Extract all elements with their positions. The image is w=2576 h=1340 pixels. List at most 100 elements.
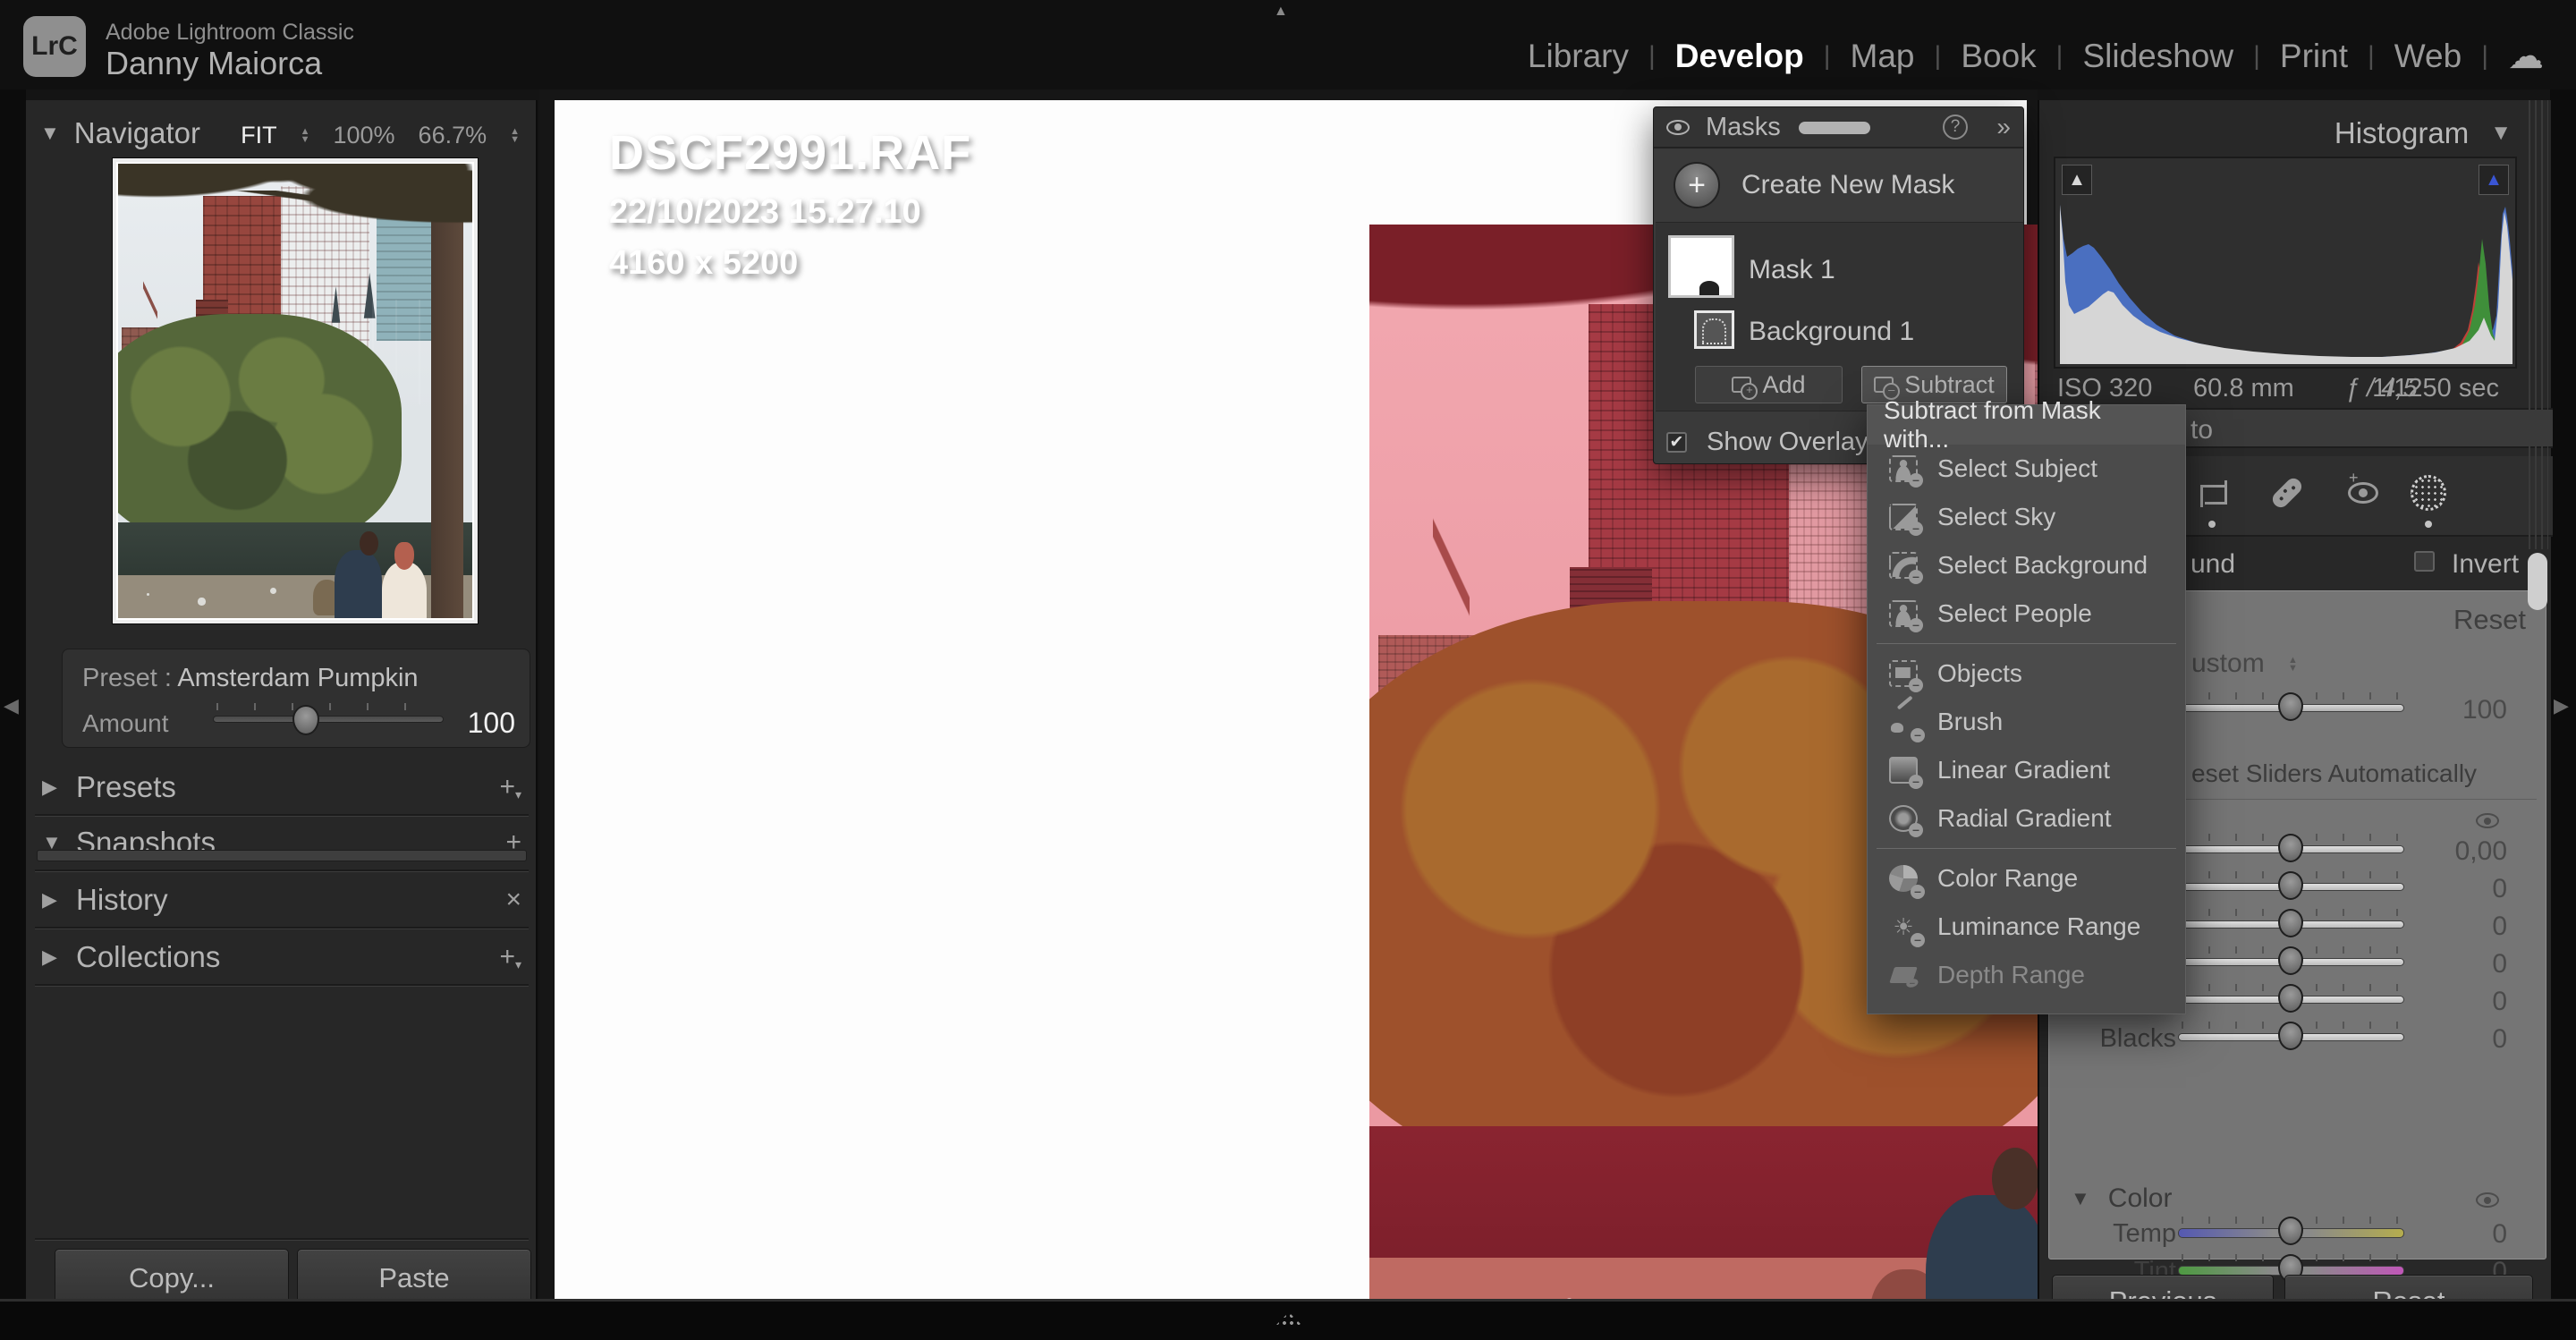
- crop-tool-icon[interactable]: [2197, 478, 2227, 508]
- slider-thumb[interactable]: [2278, 1022, 2303, 1050]
- module-book[interactable]: Book: [1961, 38, 2036, 75]
- slider-thumb[interactable]: [2278, 909, 2303, 937]
- menu-item-select-background[interactable]: Select Background: [1868, 541, 2185, 589]
- module-picker: Library| Develop| Map| Book| Slideshow| …: [1528, 36, 2544, 77]
- preset-preview-box: Preset : Amsterdam Pumpkin Amount 100: [62, 649, 530, 748]
- menu-item-objects[interactable]: Objects: [1868, 649, 2185, 698]
- identity-name: Danny Maiorca: [106, 45, 322, 82]
- light-section-eye-icon[interactable]: [2476, 813, 2499, 828]
- add-collection-button[interactable]: +▾: [499, 942, 521, 972]
- section-history[interactable]: ▶ History ×: [26, 875, 538, 925]
- color-collapse-icon[interactable]: ▼: [2071, 1187, 2090, 1210]
- background1-label[interactable]: Background 1: [1749, 317, 1914, 347]
- expand-icon[interactable]: ▶: [42, 776, 76, 799]
- menu-item-linear-gradient[interactable]: Linear Gradient: [1868, 746, 2185, 794]
- module-develop[interactable]: Develop: [1675, 38, 1804, 75]
- menu-item-luminance-range[interactable]: ☀ Luminance Range: [1868, 903, 2185, 951]
- collapse-top-panel-arrow[interactable]: ▲: [1274, 4, 1288, 20]
- masking-tool-icon[interactable]: [2411, 478, 2446, 511]
- menu-item-depth-range: Depth Range: [1868, 951, 2185, 999]
- menu-item-radial-gradient[interactable]: Radial Gradient: [1868, 794, 2185, 843]
- masks-eye-icon[interactable]: [1666, 120, 1690, 135]
- mask1-thumbnail[interactable]: [1668, 235, 1734, 298]
- mask-amount-thumb[interactable]: [2278, 692, 2303, 721]
- healing-tool-icon[interactable]: [2270, 478, 2304, 501]
- histogram-collapse-icon[interactable]: ▼: [2490, 121, 2512, 146]
- effect-fragment: ustom: [2191, 649, 2265, 678]
- navigator-preview[interactable]: [112, 157, 479, 624]
- background1-thumbnail[interactable]: [1694, 310, 1734, 349]
- module-slideshow[interactable]: Slideshow: [2082, 38, 2233, 75]
- right-panel-scrollbar[interactable]: [2528, 553, 2547, 610]
- histogram-graph: [2060, 199, 2512, 364]
- slider-thumb[interactable]: [2278, 871, 2303, 900]
- lightroom-logo: LrC: [23, 16, 86, 77]
- zoom-custom[interactable]: 66.7%: [419, 122, 487, 149]
- select-subject-icon: [1889, 455, 1918, 482]
- create-mask-plus-icon[interactable]: +: [1674, 162, 1720, 208]
- depth-range-icon: [1889, 967, 1917, 983]
- invert-checkbox[interactable]: [2414, 551, 2435, 572]
- shadow-clipping-indicator[interactable]: ▲: [2062, 165, 2092, 195]
- zoom-100[interactable]: 100%: [333, 122, 394, 149]
- linear-gradient-icon: [1889, 757, 1918, 784]
- effect-row[interactable]: ustom ▲▼: [2191, 649, 2298, 679]
- mask-name-fragment: und: [2190, 549, 2235, 580]
- slider-thumb[interactable]: [2278, 946, 2303, 975]
- masks-panel-header[interactable]: Masks ? »: [1654, 107, 2023, 148]
- menu-title: Subtract from Mask with...: [1868, 405, 2185, 445]
- navigator-header[interactable]: ▼ Navigator: [40, 116, 200, 150]
- person-man: [335, 550, 382, 618]
- zoom-custom-stepper[interactable]: ▲▼: [510, 128, 520, 144]
- masks-dock-icon[interactable]: »: [1996, 113, 2011, 141]
- expand-icon[interactable]: ▶: [42, 888, 76, 912]
- crop-tool-active-dot: [2208, 521, 2216, 528]
- red-eye-tool-icon[interactable]: [2348, 478, 2378, 504]
- menu-item-color-range[interactable]: Color Range: [1868, 854, 2185, 903]
- section-presets[interactable]: ▶ Presets +▾: [26, 762, 538, 812]
- crane: [1433, 476, 1470, 658]
- auto-reset-fragment[interactable]: eset Sliders Automatically: [2191, 759, 2477, 788]
- zoom-fit[interactable]: FIT: [241, 122, 277, 149]
- create-new-mask-row[interactable]: + Create New Mask: [1654, 150, 2023, 220]
- mask1-label[interactable]: Mask 1: [1749, 255, 1835, 285]
- show-filmstrip-arrow[interactable]: [1274, 1312, 1304, 1327]
- module-library[interactable]: Library: [1528, 38, 1629, 75]
- menu-item-select-sky[interactable]: Select Sky: [1868, 493, 2185, 541]
- module-web[interactable]: Web: [2394, 38, 2462, 75]
- add-button[interactable]: Add: [1695, 366, 1843, 403]
- amount-slider-track[interactable]: [213, 716, 444, 723]
- highlight-clipping-indicator[interactable]: ▲: [2479, 165, 2509, 195]
- masks-drag-handle[interactable]: [1799, 122, 1870, 134]
- birds: [147, 593, 149, 596]
- cloud-sync-icon[interactable]: ☁: [2508, 36, 2544, 77]
- histogram-header[interactable]: Histogram ▼: [2334, 116, 2512, 150]
- expand-icon[interactable]: ▶: [42, 946, 76, 969]
- color-section-header[interactable]: ▼ Color: [2071, 1183, 2172, 1214]
- zoom-fit-stepper[interactable]: ▲▼: [301, 128, 310, 144]
- slider-thumb[interactable]: [2278, 834, 2303, 862]
- show-right-panel-arrow[interactable]: ▶: [2554, 694, 2569, 717]
- module-print[interactable]: Print: [2280, 38, 2348, 75]
- menu-item-brush[interactable]: Brush: [1868, 698, 2185, 746]
- mask-reset-link[interactable]: Reset: [2453, 604, 2526, 636]
- color-section-eye-icon[interactable]: [2476, 1192, 2499, 1208]
- show-overlay-row[interactable]: ✔ Show Overlay: [1666, 428, 1868, 457]
- masks-help-icon[interactable]: ?: [1943, 114, 1968, 140]
- clear-history-button[interactable]: ×: [505, 885, 521, 915]
- amount-slider-thumb[interactable]: [292, 705, 319, 735]
- section-collections[interactable]: ▶ Collections +▾: [26, 932, 538, 982]
- slider-thumb[interactable]: [2278, 984, 2303, 1013]
- show-left-panel-arrow[interactable]: ◀: [4, 694, 19, 717]
- select-sky-icon: [1889, 504, 1918, 530]
- add-preset-button[interactable]: +▾: [499, 772, 521, 802]
- color-range-icon: [1889, 865, 1918, 892]
- right-panel-gutter: ▶: [2550, 89, 2576, 1340]
- navigator-collapse-icon[interactable]: ▼: [40, 122, 60, 145]
- module-map[interactable]: Map: [1851, 38, 1915, 75]
- temp-thumb[interactable]: [2278, 1217, 2303, 1245]
- photo-datetime: 22/10/2023 15.27.10: [609, 193, 971, 232]
- effect-stepper[interactable]: ▲▼: [2288, 657, 2298, 673]
- menu-item-select-people[interactable]: Select People: [1868, 589, 2185, 638]
- show-overlay-checkbox[interactable]: ✔: [1666, 432, 1687, 453]
